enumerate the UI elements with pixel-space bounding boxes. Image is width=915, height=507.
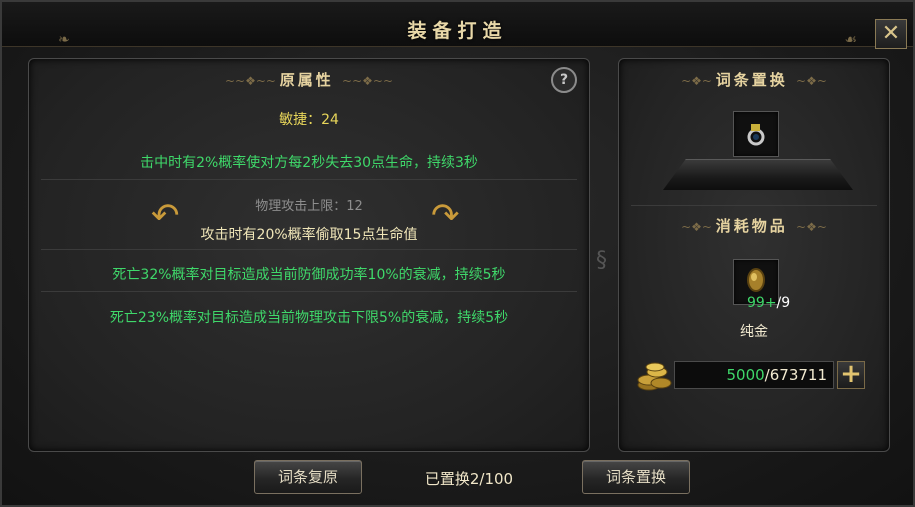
- panel-separator-ornament-icon: §: [596, 248, 607, 273]
- item-pedestal: [663, 159, 853, 190]
- attribute-row: 物理攻击上限：12: [255, 199, 363, 214]
- divider: [41, 179, 577, 180]
- equipped-item-slot[interactable]: [733, 111, 779, 157]
- gold-cost-field: 5000/673711: [674, 361, 834, 389]
- consumables-title: 消耗物品: [715, 217, 788, 235]
- attribute-row-selected[interactable]: 攻击时有20%概率偷取15点生命值: [39, 224, 579, 244]
- header-ornament-right-icon: ~~❖~~: [342, 74, 394, 88]
- gold-total: /673711: [764, 366, 827, 384]
- gold-coins-icon: [637, 362, 672, 391]
- original-attributes-header: ~~❖~~ 原属性 ~~❖~~: [29, 69, 589, 90]
- header-ornament-right-icon: ~❖~: [796, 220, 827, 234]
- affix-replace-panel: ~❖~ 词条置换 ~❖~ ~❖~ 消耗物品 ~❖~ 99+/9 纯金 5000/…: [618, 58, 890, 452]
- divider: [631, 205, 877, 206]
- replace-count-status: 已置换2/100: [424, 470, 514, 488]
- affix-replace-title: 词条置换: [715, 71, 788, 89]
- consumables-header: ~❖~ 消耗物品 ~❖~: [619, 215, 889, 236]
- header-ornament-right-icon: ~❖~: [796, 74, 827, 88]
- help-icon[interactable]: ?: [551, 67, 577, 93]
- affix-replace-header: ~❖~ 词条置换 ~❖~: [619, 69, 889, 90]
- gold-cost: 5000: [726, 366, 765, 384]
- attribute-row: 击中时有2%概率使对方每2秒失去30点生命，持续3秒: [140, 155, 478, 171]
- replace-affix-button[interactable]: 词条置换: [582, 460, 690, 494]
- attribute-row: 死亡23%概率对目标造成当前物理攻击下限5%的衰减，持续5秒: [109, 310, 509, 326]
- header-ornament-left-icon: ~❖~: [681, 74, 716, 88]
- add-gold-button[interactable]: +: [837, 361, 865, 389]
- window-title: 装备打造: [407, 20, 508, 42]
- equipment-crafting-window: ❧ 装备打造 ☙ ✕ ~~❖~~ 原属性 ~~❖~~ ? 敏捷：24 击中时有2…: [0, 0, 915, 507]
- consumable-have: 99+: [747, 295, 777, 311]
- original-attributes-title: 原属性: [279, 71, 334, 89]
- header-ornament-left-icon: ~❖~: [681, 220, 716, 234]
- swap-arrow-right-icon: ↷: [431, 196, 460, 236]
- attribute-row: 死亡32%概率对目标造成当前防御成功率10%的衰减，持续5秒: [112, 267, 506, 283]
- divider: [41, 249, 577, 250]
- divider: [41, 291, 577, 292]
- consumable-count: 99+/9: [747, 295, 790, 311]
- title-ornament-right-icon: ☙: [844, 32, 857, 48]
- consumable-need: /9: [776, 295, 791, 311]
- title-bar[interactable]: ❧ 装备打造 ☙ ✕: [2, 2, 913, 49]
- original-attributes-panel: ~~❖~~ 原属性 ~~❖~~ ? 敏捷：24 击中时有2%概率使对方每2秒失去…: [28, 58, 590, 452]
- ring-icon: [747, 124, 765, 146]
- consumable-name: 纯金: [740, 324, 768, 340]
- close-button[interactable]: ✕: [875, 19, 907, 49]
- attribute-row: 敏捷：24: [279, 112, 339, 128]
- restore-affix-button[interactable]: 词条复原: [254, 460, 362, 494]
- header-ornament-left-icon: ~~❖~~: [224, 74, 280, 88]
